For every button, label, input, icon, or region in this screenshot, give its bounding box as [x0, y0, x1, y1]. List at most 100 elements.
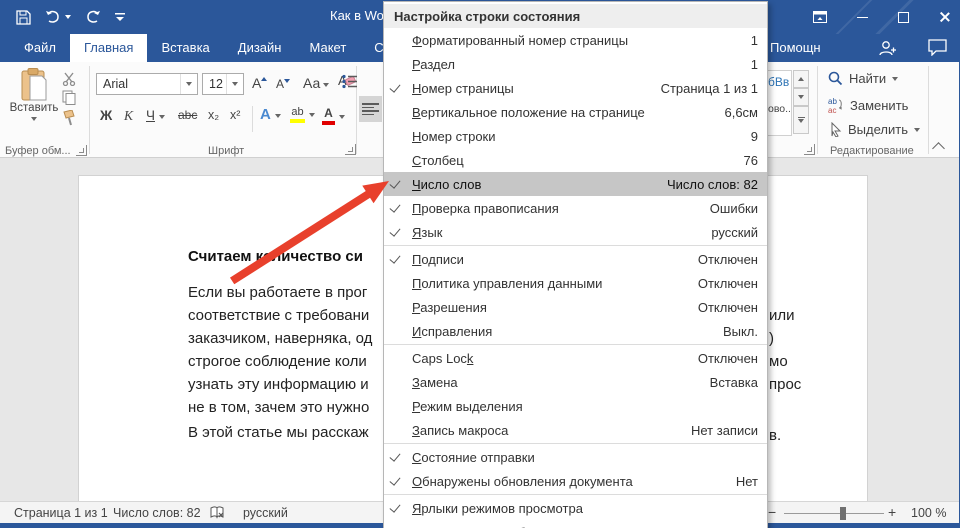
maximize-button[interactable]	[898, 12, 909, 23]
styles-more-button[interactable]	[793, 106, 809, 134]
grow-font-button[interactable]: А	[252, 75, 267, 91]
strikethrough-label: abc	[178, 108, 197, 122]
menu-item-0[interactable]: Форматированный номер страницы1	[384, 28, 767, 52]
zoom-slider-handle[interactable]	[840, 507, 846, 520]
proofing-status-icon[interactable]	[210, 506, 226, 520]
language-indicator[interactable]: русский	[243, 506, 288, 520]
paste-button[interactable]: Вставить	[8, 68, 60, 142]
menu-item-15[interactable]: Caps LockОтключен	[384, 346, 767, 370]
select-button[interactable]: Выделить	[830, 122, 920, 137]
scroll-down-icon	[798, 95, 804, 99]
menu-item-10[interactable]: ПодписиОтключен	[384, 247, 767, 271]
comment-icon[interactable]	[928, 39, 947, 56]
menu-item-7[interactable]: Проверка правописанияОшибки	[384, 196, 767, 220]
paste-caret-icon[interactable]	[31, 117, 37, 121]
change-case-button[interactable]: Аа	[303, 75, 329, 91]
zoom-slider-track[interactable]	[784, 513, 884, 514]
tab-2[interactable]: Вставка	[147, 34, 223, 62]
menu-item-5[interactable]: Столбец 76	[384, 148, 767, 172]
text-effects-button[interactable]: А	[260, 106, 281, 123]
close-button[interactable]	[939, 11, 951, 23]
font-color-button[interactable]: А	[322, 106, 345, 125]
styles-scroll-up-button[interactable]	[793, 70, 809, 88]
menu-item-label: Подписи	[412, 252, 464, 267]
menu-item-23[interactable]: Ярлыки режимов просмотра	[384, 496, 767, 520]
page-indicator[interactable]: Страница 1 из 1	[14, 506, 108, 520]
shrink-font-arrow-icon	[284, 79, 290, 83]
shrink-font-button[interactable]: А	[276, 77, 290, 91]
menu-item-4[interactable]: Номер строки9	[384, 124, 767, 148]
superscript-button[interactable]: x²	[230, 108, 240, 122]
zoom-in-button[interactable]: +	[888, 504, 896, 520]
font-size-combo[interactable]: 12	[202, 73, 244, 95]
clipboard-dialog-launcher[interactable]	[76, 145, 87, 156]
text-effects-caret-icon	[275, 114, 281, 118]
word-count-indicator[interactable]: Число слов: 82	[113, 506, 201, 520]
quick-access-toolbar	[16, 0, 125, 34]
menu-item-20[interactable]: Состояние отправки	[384, 445, 767, 469]
share-icon[interactable]	[878, 39, 896, 57]
menu-item-2[interactable]: Номер страницыСтраница 1 из 1	[384, 76, 767, 100]
text-highlight-button[interactable]: ab	[290, 106, 315, 123]
font-name-caret-icon[interactable]	[180, 74, 197, 94]
format-painter-icon[interactable]	[62, 110, 76, 126]
find-button[interactable]: Найти	[828, 71, 898, 86]
cut-icon[interactable]	[62, 72, 76, 86]
ribbon-display-options-button[interactable]	[813, 11, 827, 23]
align-left-button[interactable]	[359, 96, 382, 122]
tab-assistant[interactable]: Помощн	[770, 40, 821, 55]
menu-item-value: Нет записи	[691, 423, 767, 438]
menu-item-label: Столбец	[412, 153, 464, 168]
tab-4[interactable]: Макет	[295, 34, 360, 62]
tab-3[interactable]: Дизайн	[224, 34, 296, 62]
styles-scroll-down-button[interactable]	[793, 88, 809, 106]
menu-item-1[interactable]: Раздел1	[384, 52, 767, 76]
document-text-fragment: в.	[769, 424, 781, 447]
font-group-label: Шрифт	[208, 145, 244, 157]
menu-item-6[interactable]: Число словЧисло слов: 82	[384, 172, 767, 196]
group-separator	[817, 66, 818, 154]
copy-icon[interactable]	[62, 90, 76, 105]
highlight-label: ab	[291, 106, 303, 118]
underline-label: Ч	[146, 108, 155, 123]
styles-dialog-launcher[interactable]	[804, 144, 815, 155]
tab-1[interactable]: Главная	[70, 34, 147, 62]
zoom-level[interactable]: 100 %	[911, 506, 946, 520]
menu-item-12[interactable]: РазрешенияОтключен	[384, 295, 767, 319]
menu-item-value: русский	[711, 225, 767, 240]
clipboard-group-label: Буфер обм...	[5, 145, 71, 157]
menu-item-3[interactable]: Вертикальное положение на странице6,6см	[384, 100, 767, 124]
zoom-out-button[interactable]: −	[768, 504, 776, 520]
menu-item-8[interactable]: Языкрусский	[384, 220, 767, 244]
undo-button[interactable]	[45, 10, 71, 25]
menu-item-17[interactable]: Режим выделения	[384, 394, 767, 418]
save-icon[interactable]	[16, 10, 31, 25]
undo-caret-icon[interactable]	[65, 15, 71, 19]
menu-item-24[interactable]: Ползунок масштаба	[384, 520, 767, 528]
collapse-ribbon-icon[interactable]	[932, 142, 945, 155]
bold-button[interactable]: Ж	[100, 108, 112, 123]
redo-button[interactable]	[85, 10, 101, 25]
menu-item-21[interactable]: Обнаружены обновления документаНет	[384, 469, 767, 493]
menu-item-16[interactable]: ЗаменаВставка	[384, 370, 767, 394]
menu-item-11[interactable]: Политика управления даннымиОтключен	[384, 271, 767, 295]
tab-0[interactable]: Файл	[10, 34, 70, 62]
bullet-list-icon[interactable]	[342, 74, 358, 89]
styles-gallery-item[interactable]: бВв ово...	[768, 70, 792, 136]
font-color-caret-icon	[339, 115, 345, 119]
menu-item-13[interactable]: ИсправленияВыкл.	[384, 319, 767, 343]
italic-button[interactable]: К	[124, 108, 133, 124]
menu-item-18[interactable]: Запись макросаНет записи	[384, 418, 767, 442]
minimize-button[interactable]	[857, 17, 868, 18]
strikethrough-button[interactable]: abc	[178, 108, 197, 122]
font-dialog-launcher[interactable]	[345, 144, 356, 155]
subscript-button[interactable]: x₂	[208, 108, 219, 122]
font-size-caret-icon[interactable]	[226, 74, 243, 94]
font-name-combo[interactable]: Arial	[96, 73, 198, 95]
replace-button[interactable]: abac Заменить	[828, 97, 908, 113]
bold-label: Ж	[100, 108, 112, 123]
underline-button[interactable]: Ч	[146, 108, 165, 123]
menu-item-value: Нет	[736, 474, 767, 489]
menu-item-value: 76	[744, 153, 767, 168]
customize-qat-button[interactable]	[115, 11, 125, 23]
